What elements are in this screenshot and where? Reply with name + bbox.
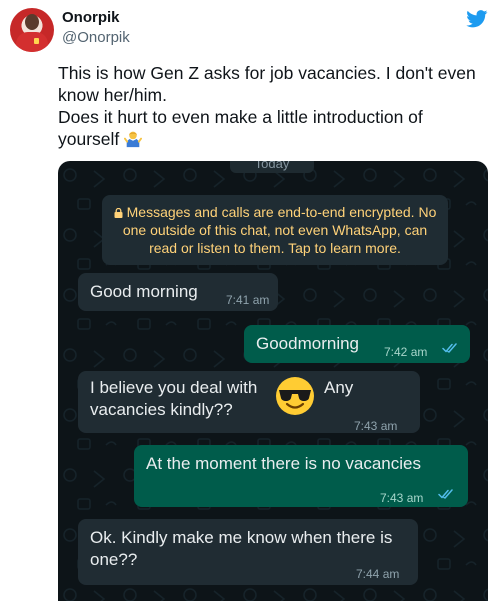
message-bubble-incoming[interactable]: I believe you deal with vacancies kindly?…	[78, 371, 420, 433]
message-text: Goodmorning	[256, 334, 360, 353]
twitter-bird-icon[interactable]	[466, 10, 488, 28]
message-time: 7:41 am	[226, 293, 270, 307]
person-shrugging-icon	[124, 131, 143, 148]
tweet-text: This is how Gen Z asks for job vacancies…	[58, 62, 488, 150]
message-bubble-outgoing[interactable]: Goodmorning 7:42 am	[244, 325, 470, 363]
encryption-notice[interactable]: Messages and calls are end-to-end encryp…	[102, 195, 448, 265]
message-time: 7:43 am	[380, 491, 424, 505]
message-time: 7:43 am	[354, 419, 398, 433]
message-bubble-incoming[interactable]: Ok. Kindly make me know when there is on…	[78, 519, 418, 585]
message-time: 7:42 am	[384, 345, 428, 359]
tweet-line: This is how Gen Z asks for job vacancies…	[58, 63, 476, 105]
date-chip: Today	[230, 161, 314, 173]
sunglasses-face-icon	[276, 377, 314, 415]
message-text: Good morning	[90, 282, 198, 301]
read-receipt-icon	[442, 343, 457, 353]
handle[interactable]: @Onorpik	[62, 29, 130, 46]
tweet-line: Does it hurt to even make a little intro…	[58, 107, 423, 149]
message-text: At the moment there is no vacancies	[146, 454, 421, 473]
read-receipt-icon	[438, 489, 453, 499]
display-name[interactable]: Onorpik	[62, 9, 120, 26]
encryption-text: Messages and calls are end-to-end encryp…	[122, 204, 437, 256]
message-text: Any	[324, 378, 354, 397]
lock-icon	[114, 208, 123, 218]
message-bubble-incoming[interactable]: Good morning 7:41 am	[78, 273, 278, 311]
message-bubble-outgoing[interactable]: At the moment there is no vacancies 7:43…	[134, 445, 468, 507]
chat-screenshot: Today Messages and calls are end-to-end …	[58, 161, 488, 601]
message-time: 7:44 am	[356, 567, 400, 581]
avatar[interactable]	[10, 8, 54, 52]
